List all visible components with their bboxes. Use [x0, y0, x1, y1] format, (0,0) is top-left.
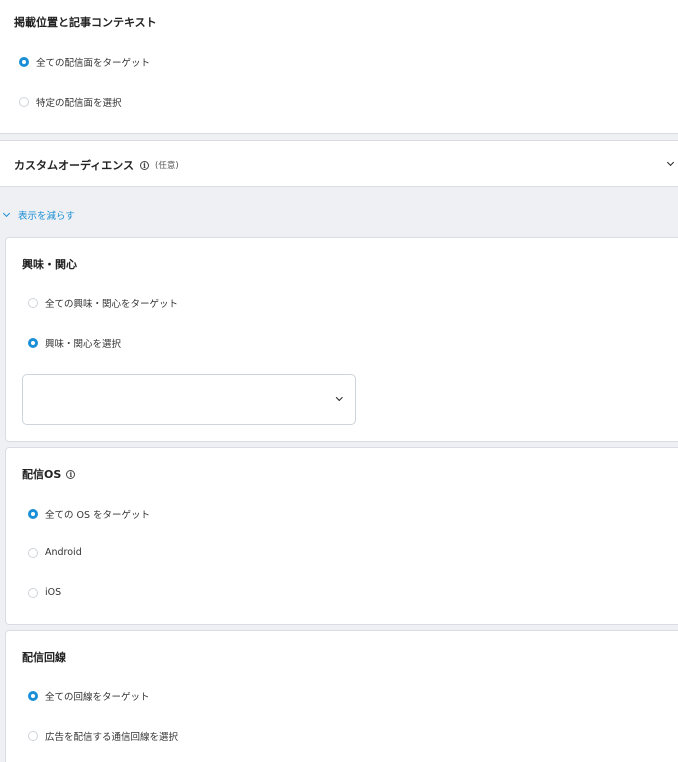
radio-label: 広告を配信する通信回線を選択 [45, 732, 179, 743]
radio-specific-placements[interactable]: 特定の配信面を選択 [19, 95, 122, 109]
custom-audience-header: カスタムオーディエンス i (任意) [14, 157, 179, 173]
radio-selected-icon[interactable] [19, 57, 29, 67]
radio-unselected-icon[interactable] [28, 731, 38, 741]
radio-label: Android [45, 547, 82, 558]
radio-label: 特定の配信面を選択 [36, 98, 122, 109]
interests-card: 興味・関心 全ての興味・関心をターゲット 興味・関心を選択 [5, 237, 678, 442]
info-icon[interactable]: i [66, 469, 76, 479]
radio-label: 全ての回線をターゲット [45, 692, 150, 703]
radio-unselected-icon[interactable] [19, 97, 29, 107]
show-less-label: 表示を減らす [18, 211, 75, 222]
radio-all-networks[interactable]: 全ての回線をターゲット [28, 689, 150, 703]
network-title: 配信回線 [22, 651, 66, 664]
placement-title: 掲載位置と記事コンテキスト [14, 16, 157, 29]
radio-all-interests[interactable]: 全ての興味・関心をターゲット [28, 296, 178, 310]
radio-unselected-icon[interactable] [28, 547, 38, 558]
radio-select-interests[interactable]: 興味・関心を選択 [28, 336, 121, 350]
placement-panel: 掲載位置と記事コンテキスト 全ての配信面をターゲット 特定の配信面を選択 [0, 0, 678, 134]
custom-audience-accordion[interactable]: カスタムオーディエンス i (任意) [0, 140, 678, 187]
radio-label: 興味・関心を選択 [45, 339, 122, 350]
chevron-down-icon [2, 209, 11, 218]
radio-selected-icon[interactable] [28, 338, 38, 348]
radio-unselected-icon[interactable] [28, 587, 38, 598]
optional-label: (任意) [155, 161, 179, 171]
radio-all-placements[interactable]: 全ての配信面をターゲット [19, 55, 150, 69]
radio-label: 全ての OS をターゲット [45, 510, 151, 521]
interests-title: 興味・関心 [22, 258, 77, 271]
os-header: 配信OS i [22, 466, 76, 482]
show-less-toggle[interactable]: 表示を減らす [2, 208, 75, 222]
os-title: 配信OS [22, 468, 62, 481]
radio-selected-icon[interactable] [28, 509, 38, 519]
radio-android[interactable]: Android [28, 547, 82, 558]
interests-select[interactable] [22, 374, 356, 425]
radio-label: iOS [45, 587, 62, 598]
network-card: 配信回線 全ての回線をターゲット 広告を配信する通信回線を選択 [5, 630, 678, 762]
radio-all-os[interactable]: 全ての OS をターゲット [28, 507, 150, 521]
radio-label: 全ての配信面をターゲット [36, 58, 151, 69]
radio-selected-icon[interactable] [28, 691, 38, 701]
radio-label: 全ての興味・関心をターゲット [45, 299, 179, 310]
chevron-down-icon [336, 394, 343, 401]
chevron-down-icon[interactable] [666, 158, 675, 167]
custom-audience-title: カスタムオーディエンス [14, 159, 135, 172]
radio-unselected-icon[interactable] [28, 298, 38, 308]
radio-select-network[interactable]: 広告を配信する通信回線を選択 [28, 729, 178, 743]
radio-ios[interactable]: iOS [28, 587, 61, 598]
os-card: 配信OS i 全ての OS をターゲット Android iOS [5, 447, 678, 625]
info-icon[interactable]: i [140, 160, 150, 170]
